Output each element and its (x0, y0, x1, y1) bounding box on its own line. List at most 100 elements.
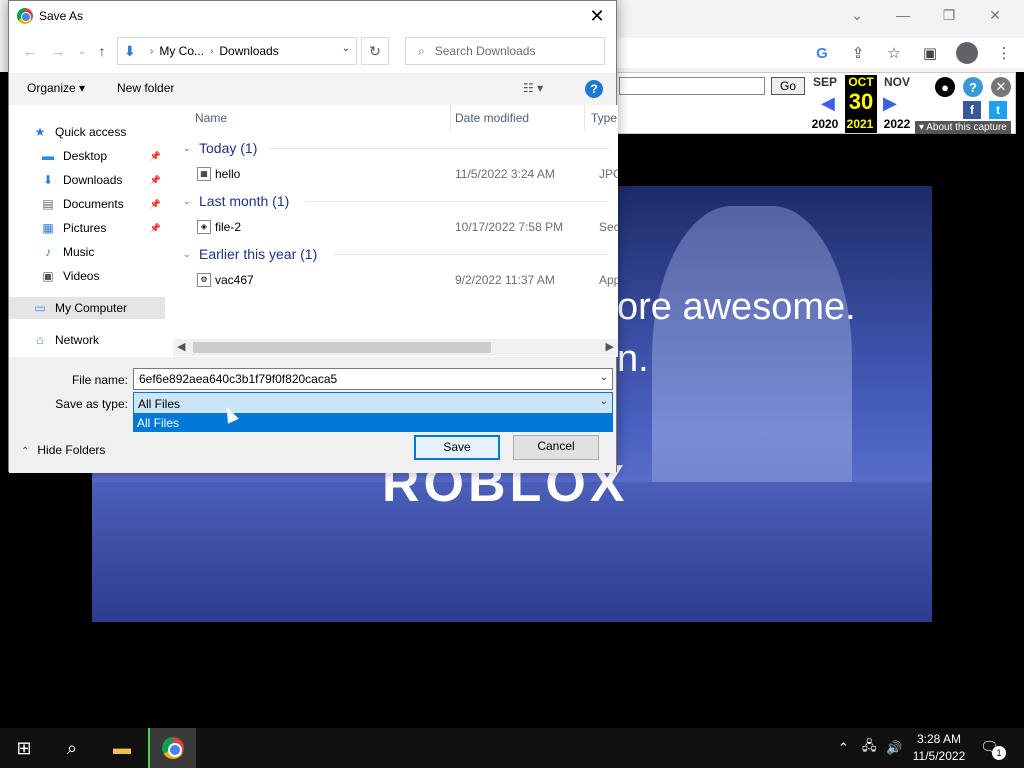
nav-downloads[interactable]: ⬇ Downloads 📌 (39, 169, 165, 191)
nav-music[interactable]: ♪ Music (39, 241, 165, 263)
help-button[interactable]: ? (585, 80, 603, 98)
application-file-icon: ⚙ (197, 273, 211, 287)
taskbar-search-icon[interactable]: ⌕ (48, 728, 96, 768)
up-arrow-icon[interactable]: ↑ (93, 43, 111, 59)
new-folder-button[interactable]: New folder (117, 81, 174, 95)
save-as-type-dropdown-icon[interactable]: ⌄ (600, 396, 608, 407)
file-name-combobox[interactable]: ⌄ (133, 368, 613, 390)
clock-date: 11/5/2022 (912, 749, 966, 763)
share-icon[interactable]: ⇪ (848, 44, 868, 62)
close-window-button[interactable]: ✕ (972, 4, 1018, 26)
wayback-close-icon[interactable]: ✕ (991, 77, 1011, 97)
wayback-help-icon[interactable]: ? (963, 77, 983, 97)
minimize-button[interactable]: — (880, 4, 926, 26)
wayback-url-input[interactable] (619, 77, 765, 95)
taskbar-clock[interactable]: 3:28 AM 11/5/2022 (908, 731, 970, 765)
file-name: vac467 (215, 273, 254, 287)
nav-network[interactable]: ⌂ Network (31, 329, 187, 351)
file-name-dropdown-icon[interactable]: ⌄ (600, 372, 608, 383)
file-date: 11/5/2022 3:24 AM (455, 167, 555, 181)
profile-avatar-icon[interactable] (956, 42, 978, 64)
file-type: Appli (599, 273, 618, 287)
volume-icon[interactable]: 🔊 (886, 728, 902, 768)
nav-quick-access[interactable]: ★ Quick access (31, 121, 187, 143)
wayback-next-arrow-icon[interactable]: ▶ (883, 93, 897, 114)
forward-arrow-icon[interactable]: → (49, 43, 67, 59)
breadcrumb-dropdown-icon[interactable]: ⌄ (342, 43, 350, 54)
google-icon[interactable]: G (812, 45, 832, 62)
twitter-icon[interactable]: t (989, 101, 1007, 119)
search-box[interactable]: ⌕ (405, 37, 605, 65)
recent-locations-chevron-icon[interactable]: ⌄ (73, 46, 91, 57)
chrome-taskbar-icon[interactable] (148, 728, 196, 768)
save-as-type-select[interactable]: All Files ⌄ (133, 392, 613, 414)
browser-menu-icon[interactable]: ⋮ (994, 44, 1014, 62)
scrollbar-thumb[interactable] (193, 342, 491, 353)
save-button[interactable]: Save (414, 435, 500, 460)
dialog-nav-row: ← → ⌄ ↑ ⬇ › My Co... › Downloads ⌄ ↻ ⌕ (9, 35, 616, 69)
chevron-up-icon: ⌃ (21, 446, 30, 457)
scroll-right-arrow-icon[interactable]: ▶ (606, 340, 614, 353)
hide-folders-toggle[interactable]: ⌃ Hide Folders (21, 443, 105, 457)
notification-count-badge: 1 (992, 746, 1006, 760)
file-explorer-icon[interactable]: ▬ (98, 728, 146, 768)
restore-button[interactable]: ❐ (926, 4, 972, 26)
save-as-type-value: All Files (138, 397, 181, 411)
browser-window-controls: ⌄ — ❐ ✕ (834, 4, 1018, 26)
nav-item-label: Desktop (63, 149, 108, 163)
tab-search-icon[interactable]: ⌄ (834, 4, 880, 26)
back-arrow-icon[interactable]: ← (21, 43, 39, 59)
cancel-button[interactable]: Cancel (513, 435, 599, 460)
column-header-name[interactable]: Name (183, 105, 451, 131)
pin-icon: 📌 (149, 150, 161, 161)
file-row[interactable]: ◈ file-2 10/17/2022 7:58 PM Secu (183, 216, 618, 238)
group-header-earlier-this-year[interactable]: ⌄ Earlier this year (1) (183, 243, 317, 265)
wayback-user-icon[interactable]: ● (935, 77, 955, 97)
group-header-today[interactable]: ⌄ Today (1) (183, 137, 257, 159)
nav-desktop[interactable]: ▬ Desktop 📌 (39, 145, 165, 167)
show-hidden-icons-chevron-icon[interactable]: ⌃ (838, 728, 849, 768)
nav-documents[interactable]: ▤ Documents 📌 (39, 193, 165, 215)
column-header-type[interactable]: Type (585, 105, 618, 131)
save-as-type-option-all-files[interactable]: All Files (133, 414, 613, 432)
file-date: 10/17/2022 7:58 PM (455, 220, 564, 234)
file-row[interactable]: ▦ hello 11/5/2022 3:24 AM JPG F (183, 163, 618, 185)
breadcrumb-separator-icon[interactable]: › (150, 46, 153, 57)
start-button-windows-icon[interactable]: ⊞ (0, 728, 48, 768)
wayback-prev-month[interactable]: SEP (807, 75, 843, 89)
organize-button[interactable]: Organize ▾ (27, 81, 85, 95)
nav-item-label: Documents (63, 197, 124, 211)
wayback-prev-arrow-icon[interactable]: ◀ (821, 93, 835, 114)
side-panel-icon[interactable]: ▣ (920, 44, 940, 62)
wayback-prev-year[interactable]: 2020 (807, 117, 843, 131)
nav-videos[interactable]: ▣ Videos (39, 265, 165, 287)
bookmark-star-icon[interactable]: ☆ (884, 44, 904, 62)
breadcrumb-item-downloads[interactable]: Downloads (219, 44, 278, 58)
refresh-button[interactable]: ↻ (361, 37, 389, 65)
taskbar: ⊞ ⌕ ▬ ⌃ 🖧 🔊 3:28 AM 11/5/2022 🗨 1 (0, 728, 1024, 768)
wayback-next-month[interactable]: NOV (879, 75, 915, 89)
wayback-about-capture[interactable]: ▾ About this capture (915, 121, 1011, 134)
dialog-close-button[interactable]: ✕ (582, 3, 612, 29)
breadcrumb[interactable]: ⬇ › My Co... › Downloads ⌄ (117, 37, 357, 65)
scroll-left-arrow-icon[interactable]: ◀ (177, 340, 185, 353)
network-status-icon[interactable]: 🖧 (862, 728, 877, 768)
breadcrumb-separator-icon[interactable]: › (210, 46, 213, 57)
facebook-icon[interactable]: f (963, 101, 981, 119)
file-name-input[interactable] (134, 369, 584, 389)
wayback-go-button[interactable]: Go (771, 77, 805, 95)
save-as-type-label: Save as type: (55, 397, 128, 411)
group-divider (333, 254, 609, 255)
nav-pictures[interactable]: ▦ Pictures 📌 (39, 217, 165, 239)
nav-my-computer[interactable]: ▭ My Computer (9, 297, 165, 319)
column-header-date-modified[interactable]: Date modified (443, 105, 585, 131)
search-input[interactable] (434, 44, 585, 58)
breadcrumb-item-my-computer[interactable]: My Co... (159, 44, 204, 58)
nav-item-label: Quick access (55, 125, 127, 139)
file-row[interactable]: ⚙ vac467 9/2/2022 11:37 AM Appli (183, 269, 618, 291)
file-name-label: File name: (71, 373, 128, 387)
horizontal-scrollbar[interactable]: ◀ ▶ (173, 339, 618, 356)
wayback-next-year[interactable]: 2022 (879, 117, 915, 131)
group-header-last-month[interactable]: ⌄ Last month (1) (183, 190, 289, 212)
view-options-icon[interactable]: ☷ ▾ (523, 81, 543, 95)
